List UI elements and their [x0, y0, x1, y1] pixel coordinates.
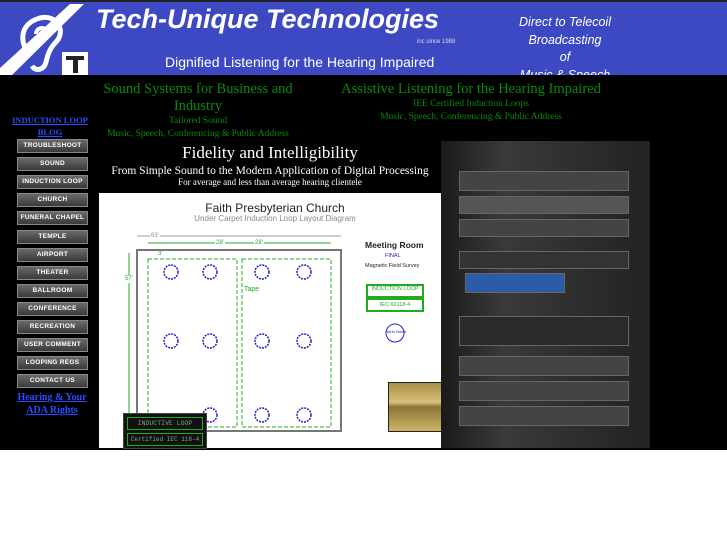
nav-button-ballroom[interactable]: BALLROOM	[17, 283, 88, 298]
column-heading: Assistive Listening for the Hearing Impa…	[341, 81, 601, 97]
dimension-label: 3'	[157, 251, 164, 258]
nav-button-user-comment[interactable]: USER COMMENT	[17, 338, 88, 353]
nav-button-induction-loop[interactable]: INDUCTION LOOP	[17, 175, 88, 190]
feature-subtitle: From Simple Sound to the Modern Applicat…	[111, 165, 429, 177]
header-banner: Tech-Unique Technologies inc since 1988 …	[0, 0, 727, 82]
dimension-label: 28'	[254, 240, 264, 247]
induction-loop-blog-link[interactable]: INDUCTION LOOP BLOG	[0, 114, 100, 138]
header-right-text: Direct to Telecoil Broadcasting of Music…	[506, 14, 624, 84]
plaque-line: Certified IEC 118-4	[127, 433, 203, 446]
noise-label: 1kHz Noise	[386, 329, 407, 334]
ada-rights-link[interactable]: Hearing & Your ADA Rights	[10, 391, 94, 417]
nav-button-troubleshoot[interactable]: TROUBLESHOOT	[17, 139, 88, 153]
survey-label: Magnetic Field Survey	[365, 263, 420, 269]
column-line: Music, Speech, Conferencing & Public Add…	[380, 112, 562, 122]
nav-button-conference[interactable]: CONFERENCE	[17, 301, 88, 316]
nav-button-church[interactable]: CHURCH	[17, 193, 88, 208]
inductive-loop-plaque: INDUCTIVE LOOP Certified IEC 118-4	[123, 413, 207, 449]
assistive-listening-column: Assistive Listening for the Hearing Impa…	[340, 81, 602, 124]
feature-text: Fidelity and Intelligibility From Simple…	[100, 143, 440, 187]
nav-button-looping-regs[interactable]: LOOPING REGS	[17, 356, 88, 371]
nav-button-funeral-chapel[interactable]: FUNERAL CHAPEL	[17, 211, 88, 226]
dimension-label: 63'	[150, 233, 160, 240]
sound-systems-column: Sound Systems for Business and Industry …	[80, 81, 316, 141]
plaque-line: INDUCTIVE LOOP	[127, 417, 203, 430]
tagline: Dignified Listening for the Hearing Impa…	[165, 54, 435, 70]
iec-badge: IEC 60118-4	[379, 302, 411, 308]
right-line: Direct to Telecoil	[519, 15, 611, 29]
equipment-rack-photo	[441, 141, 650, 448]
nav-button-contact-us[interactable]: CONTACT US	[17, 374, 88, 389]
sidebar-nav: INDUCTION LOOP BLOG	[0, 114, 100, 138]
column-line: Music, Speech, Conferencing & Public Add…	[107, 129, 289, 139]
column-line: Tailored Sound	[168, 116, 228, 126]
right-line: Broadcasting	[528, 32, 602, 47]
induction-loop-badge: INDUCTION LOOP	[371, 286, 419, 292]
main-content: Sound Systems for Business and Industry …	[0, 75, 727, 450]
final-label: FINAL	[385, 253, 401, 259]
dimension-label: 57'	[124, 276, 134, 283]
tape-label: Tape	[244, 286, 260, 293]
nav-button-temple[interactable]: TEMPLE	[17, 229, 88, 244]
column-heading: Sound Systems for Business and Industry	[103, 81, 293, 114]
nav-button-theater[interactable]: THEATER	[17, 265, 88, 280]
dimension-label: 28'	[215, 240, 225, 247]
site-title: Tech-Unique Technologies	[96, 4, 440, 34]
right-line: of	[559, 50, 571, 64]
nav-button-airport[interactable]: AIRPORT	[17, 247, 88, 262]
loop-layout-diagram: Faith Presbyterian Church Under Carpet I…	[99, 193, 451, 449]
since-label: inc since 1988	[417, 39, 456, 45]
column-line: IEE Certified Induction Loops	[413, 99, 529, 109]
hearing-loop-logo-icon	[0, 4, 92, 77]
nav-button-sound[interactable]: SOUND	[17, 157, 88, 172]
feature-title: Fidelity and Intelligibility	[182, 143, 358, 162]
room-label: Meeting Room	[365, 240, 424, 250]
nav-button-recreation[interactable]: RECREATION	[17, 320, 88, 334]
feature-note: For average and less than average hearin…	[178, 177, 362, 187]
